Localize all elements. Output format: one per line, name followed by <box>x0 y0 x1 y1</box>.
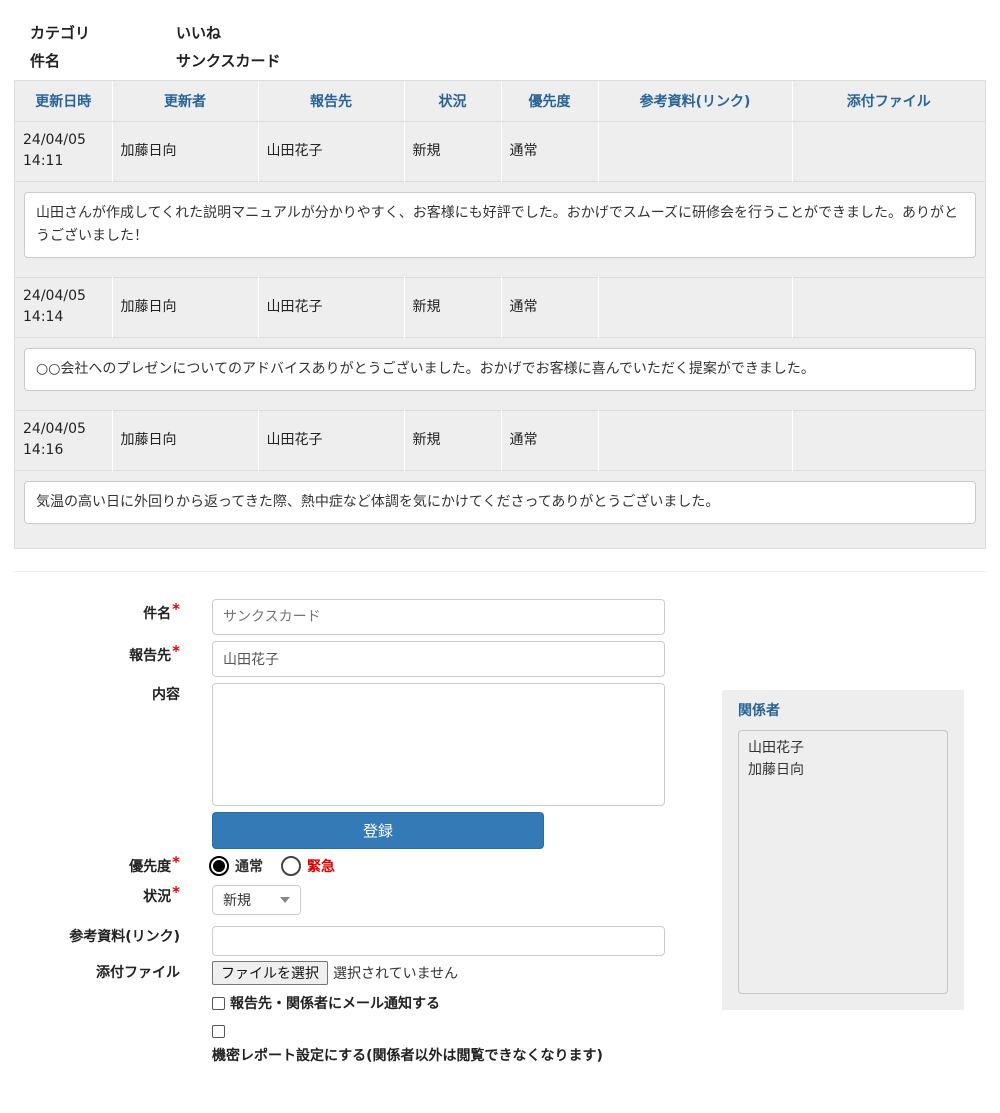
priority-field-label-text: 優先度 <box>129 859 172 875</box>
updated-at-date: 24/04/05 <box>23 421 86 437</box>
section-divider <box>14 571 986 572</box>
updated-at-time: 14:14 <box>23 309 64 325</box>
file-picker: ファイルを選択 選択されていません <box>212 961 458 985</box>
updated-at-time: 14:11 <box>23 153 64 169</box>
radio-dot <box>213 860 225 872</box>
col-header-priority[interactable]: 優先度 <box>501 81 599 122</box>
message-box: 気温の高い日に外回りから返ってきた際、熱中症など体調を気にかけてくださってありが… <box>24 480 976 524</box>
secret-report-label[interactable]: 機密レポート設定にする(関係者以外は閲覧できなくなります) <box>212 1045 612 1067</box>
message-box: ○○会社へのプレゼンについてのアドバイスありがとうございました。おかげでお客様に… <box>24 347 976 391</box>
report-to-cell: 山田花子 <box>258 409 405 470</box>
required-mark: * <box>172 642 180 660</box>
col-header-status[interactable]: 状況 <box>404 81 502 122</box>
priority-cell: 通常 <box>501 276 599 337</box>
message-row: ○○会社へのプレゼンについてのアドバイスありがとうございました。おかげでお客様に… <box>15 336 985 410</box>
col-header-updated-at[interactable]: 更新日時 <box>15 81 113 122</box>
attachment-cell <box>792 276 985 337</box>
report-to-field-label-text: 報告先 <box>129 648 172 664</box>
updated-at-time: 14:16 <box>23 442 64 458</box>
col-header-link[interactable]: 参考資料(リンク) <box>598 81 793 122</box>
required-mark: * <box>172 883 180 901</box>
priority-urgent-label[interactable]: 緊急 <box>307 856 335 876</box>
report-to-cell: 山田花子 <box>258 120 405 181</box>
col-header-updater[interactable]: 更新者 <box>112 81 259 122</box>
priority-normal-label[interactable]: 通常 <box>235 856 263 876</box>
mail-notify-checkbox[interactable] <box>212 996 225 1010</box>
link-cell <box>598 409 793 470</box>
history-panel: 更新日時 更新者 報告先 状況 優先度 参考資料(リンク) 添付ファイル 24/… <box>14 80 986 549</box>
content-textarea[interactable] <box>212 683 665 806</box>
history-header-row: 更新日時 更新者 報告先 状況 優先度 参考資料(リンク) 添付ファイル <box>15 81 985 122</box>
status-field-label: 状況* <box>143 883 180 906</box>
link-field-label: 参考資料(リンク) <box>69 929 180 945</box>
message-box: 山田さんが作成してくれた説明マニュアルが分かりやすく、お客様にも好評でした。おか… <box>24 191 976 258</box>
register-button[interactable]: 登録 <box>212 812 544 849</box>
updated-at-cell: 24/04/05 14:14 <box>15 276 113 337</box>
link-input[interactable] <box>212 926 665 956</box>
priority-cell: 通常 <box>501 120 599 181</box>
status-cell: 新規 <box>404 409 502 470</box>
updater-cell: 加藤日向 <box>112 409 259 470</box>
col-header-report-to[interactable]: 報告先 <box>258 81 405 122</box>
table-row: 24/04/05 14:16 加藤日向 山田花子 新規 通常 <box>15 409 985 470</box>
category-value: いいね <box>176 23 222 42</box>
subject-value: サンクスカード <box>176 51 281 70</box>
chevron-down-icon <box>280 897 290 903</box>
message-row: 山田さんが作成してくれた説明マニュアルが分かりやすく、お客様にも好評でした。おか… <box>15 180 985 277</box>
subject-row: 件名 サンクスカード <box>30 46 281 74</box>
status-cell: 新規 <box>404 276 502 337</box>
attachment-cell <box>792 120 985 181</box>
report-to-field-label: 報告先* <box>129 642 180 665</box>
updated-at-cell: 24/04/05 14:11 <box>15 120 113 181</box>
priority-field-label: 優先度* <box>129 853 180 876</box>
message-cell: 気温の高い日に外回りから返ってきた際、熱中症など体調を気にかけてくださってありが… <box>15 469 985 543</box>
updated-at-date: 24/04/05 <box>23 132 86 148</box>
priority-normal-radio[interactable] <box>209 856 229 876</box>
status-select-value: 新規 <box>223 893 251 909</box>
updated-at-date: 24/04/05 <box>23 288 86 304</box>
message-row: 気温の高い日に外回りから返ってきた際、熱中症など体調を気にかけてくださってありが… <box>15 469 985 543</box>
status-field-label-text: 状況 <box>143 889 172 905</box>
list-item[interactable]: 加藤日向 <box>746 759 940 781</box>
mail-notify-label[interactable]: 報告先・関係者にメール通知する <box>230 993 440 1013</box>
table-row: 24/04/05 14:11 加藤日向 山田花子 新規 通常 <box>15 120 985 181</box>
required-mark: * <box>172 853 180 871</box>
mail-notify-option: 報告先・関係者にメール通知する <box>212 994 440 1012</box>
updater-cell: 加藤日向 <box>112 276 259 337</box>
subject-field-label-text: 件名 <box>143 606 172 622</box>
status-select[interactable]: 新規 <box>212 885 301 915</box>
related-people-list[interactable]: 山田花子 加藤日向 <box>738 730 948 994</box>
updated-at-cell: 24/04/05 14:16 <box>15 409 113 470</box>
category-label: カテゴリ <box>30 23 91 42</box>
subject-field-label: 件名* <box>143 600 180 623</box>
related-people-panel: 関係者 山田花子 加藤日向 <box>722 690 964 1010</box>
link-cell <box>598 276 793 337</box>
subject-label: 件名 <box>30 51 61 70</box>
attachment-field-label: 添付ファイル <box>96 965 180 981</box>
updater-cell: 加藤日向 <box>112 120 259 181</box>
status-cell: 新規 <box>404 120 502 181</box>
related-people-title: 関係者 <box>738 703 780 719</box>
table-row: 24/04/05 14:14 加藤日向 山田花子 新規 通常 <box>15 276 985 337</box>
content-field-label: 内容 <box>152 687 180 703</box>
message-cell: ○○会社へのプレゼンについてのアドバイスありがとうございました。おかげでお客様に… <box>15 336 985 410</box>
file-status-text: 選択されていません <box>333 966 459 982</box>
priority-cell: 通常 <box>501 409 599 470</box>
required-mark: * <box>172 600 180 618</box>
report-to-input[interactable]: 山田花子 <box>212 641 665 677</box>
history-table: 更新日時 更新者 報告先 状況 優先度 参考資料(リンク) 添付ファイル 24/… <box>15 81 985 543</box>
report-to-cell: 山田花子 <box>258 276 405 337</box>
priority-radio-group: 通常 緊急 <box>209 855 353 877</box>
list-item[interactable]: 山田花子 <box>746 737 940 759</box>
subject-input[interactable] <box>212 599 665 635</box>
priority-urgent-radio[interactable] <box>281 856 301 876</box>
secret-report-checkbox[interactable] <box>212 1025 225 1038</box>
attachment-cell <box>792 409 985 470</box>
category-row: カテゴリ いいね <box>30 18 281 46</box>
link-cell <box>598 120 793 181</box>
report-meta: カテゴリ いいね 件名 サンクスカード <box>30 18 281 74</box>
message-cell: 山田さんが作成してくれた説明マニュアルが分かりやすく、お客様にも好評でした。おか… <box>15 180 985 277</box>
choose-file-button[interactable]: ファイルを選択 <box>212 961 328 985</box>
col-header-attachment[interactable]: 添付ファイル <box>792 81 985 122</box>
